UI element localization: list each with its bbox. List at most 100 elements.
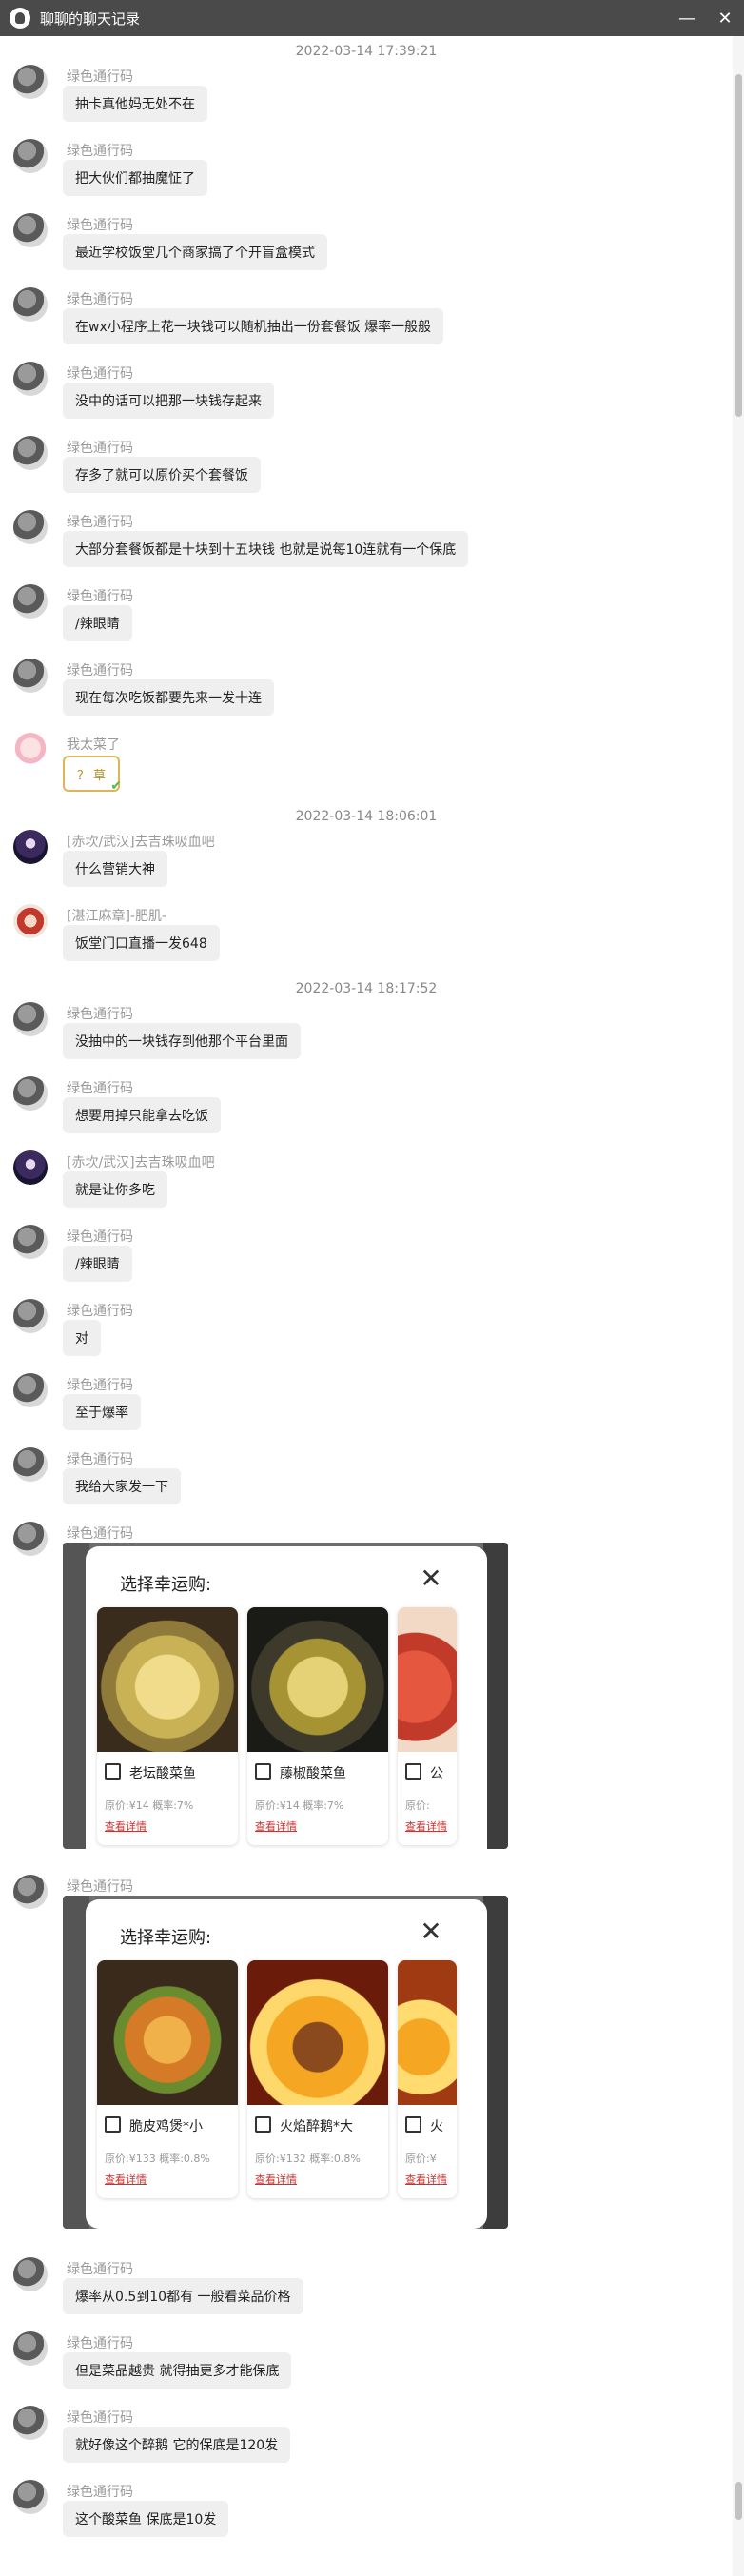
avatar[interactable]	[13, 2406, 48, 2440]
message-bubble[interactable]: 想要用掉只能拿去吃饭	[63, 1097, 221, 1133]
avatar[interactable]	[13, 510, 48, 544]
dish-checkbox[interactable]	[105, 2116, 121, 2133]
screenshot-image[interactable]: 选择幸运购: ✕ 老坛酸菜鱼 原价:¥14 概率:7% 查看详情 藤椒酸菜鱼 原…	[63, 1543, 508, 1849]
avatar[interactable]	[13, 287, 48, 322]
message-bubble[interactable]: 把大伙们都抽魔怔了	[63, 160, 207, 196]
message-bubble[interactable]: /辣眼睛	[63, 1246, 132, 1282]
avatar[interactable]	[13, 904, 48, 938]
message-bubble[interactable]: 现在每次吃饭都要先来一发十连	[63, 679, 274, 716]
sender-name: 绿色通行码	[67, 1081, 133, 1096]
avatar[interactable]	[13, 659, 48, 693]
avatar[interactable]	[13, 1875, 48, 1909]
dish-card[interactable]: 火 原价:¥ 查看详情	[398, 1960, 457, 2198]
lucky-draw-panel: 选择幸运购: ✕ 脆皮鸡煲*小 原价:¥133 概率:0.8% 查看详情 火焰醉…	[86, 1899, 487, 2229]
dish-card[interactable]: 公 原价: 查看详情	[398, 1607, 457, 1845]
avatar[interactable]	[13, 2331, 48, 2366]
view-detail-link[interactable]: 查看详情	[405, 2172, 447, 2187]
dish-name: 火焰醉鹅*大	[280, 2119, 353, 2134]
scrollbar-thumb-secondary[interactable]	[735, 2482, 742, 2520]
message-bubble[interactable]: 抽卡真他妈无处不在	[63, 86, 207, 122]
dish-price: 原价:¥132 概率:0.8%	[255, 2153, 361, 2165]
avatar[interactable]	[13, 1299, 48, 1333]
avatar[interactable]	[13, 1002, 48, 1036]
avatar[interactable]	[13, 362, 48, 396]
avatar[interactable]	[13, 1150, 48, 1185]
sender-name: 绿色通行码	[67, 1229, 133, 1245]
avatar[interactable]	[13, 65, 48, 99]
message-bubble[interactable]: 至于爆率	[63, 1394, 141, 1430]
avatar[interactable]	[13, 830, 48, 864]
checkmark-icon: ✔	[110, 778, 122, 794]
message-bubble[interactable]: 存多了就可以原价买个套餐饭	[63, 457, 261, 493]
dish-photo	[97, 1607, 238, 1752]
dish-card[interactable]: 火焰醉鹅*大 原价:¥132 概率:0.8% 查看详情	[247, 1960, 388, 2198]
message-bubble[interactable]: 就是让你多吃	[63, 1171, 167, 1208]
message-bubble[interactable]: 这个酸菜鱼 保底是10发	[63, 2501, 229, 2537]
dish-checkbox[interactable]	[105, 1763, 121, 1780]
sender-name: 绿色通行码	[67, 1007, 133, 1022]
dish-name: 老坛酸菜鱼	[129, 1766, 196, 1781]
dish-card[interactable]: 藤椒酸菜鱼 原价:¥14 概率:7% 查看详情	[247, 1607, 388, 1845]
avatar[interactable]	[13, 1225, 48, 1259]
sender-name: 绿色通行码	[67, 441, 133, 456]
avatar[interactable]	[13, 1447, 48, 1482]
avatar[interactable]	[13, 1522, 48, 1556]
message-bubble[interactable]: 大部分套餐饭都是十块到十五块钱 也就是说每10连就有一个保底	[63, 531, 469, 567]
sticker-image[interactable]: ？ 草 ✔	[63, 756, 122, 794]
view-detail-link[interactable]: 查看详情	[255, 2172, 297, 2187]
avatar[interactable]	[13, 2257, 48, 2291]
avatar[interactable]	[13, 213, 48, 247]
dish-price: 原价:¥	[405, 2153, 437, 2165]
sender-name: 绿色通行码	[67, 589, 133, 604]
avatar[interactable]	[13, 1076, 48, 1111]
avatar[interactable]	[13, 139, 48, 173]
sender-name: [湛江麻章]-肥肌-	[67, 909, 167, 924]
sender-name: 绿色通行码	[67, 1452, 133, 1467]
dish-checkbox[interactable]	[405, 2116, 421, 2133]
message-bubble[interactable]: 最近学校饭堂几个商家搞了个开盲盒模式	[63, 234, 327, 270]
dish-checkbox[interactable]	[405, 1763, 421, 1780]
dish-card[interactable]: 老坛酸菜鱼 原价:¥14 概率:7% 查看详情	[97, 1607, 238, 1845]
scrollbar-thumb[interactable]	[735, 74, 742, 417]
timestamp: 2022-03-14 18:06:01	[295, 809, 438, 824]
sender-name: 绿色通行码	[67, 2336, 133, 2351]
message-bubble[interactable]: /辣眼睛	[63, 605, 132, 641]
sender-name: 绿色通行码	[67, 515, 133, 530]
message-bubble[interactable]: 爆率从0.5到10都有 一般看菜品价格	[63, 2278, 303, 2314]
panel-title: 选择幸运购:	[120, 1575, 212, 1595]
message-bubble[interactable]: 没中的话可以把那一块钱存起来	[63, 383, 274, 419]
avatar[interactable]	[13, 584, 48, 619]
view-detail-link[interactable]: 查看详情	[105, 2172, 147, 2187]
message-bubble[interactable]: 对	[63, 1320, 101, 1356]
screenshot-image[interactable]: 选择幸运购: ✕ 脆皮鸡煲*小 原价:¥133 概率:0.8% 查看详情 火焰醉…	[63, 1896, 508, 2229]
close-button[interactable]: ✕	[706, 0, 744, 36]
sticker-text: ？ 草	[76, 768, 107, 783]
message-bubble[interactable]: 就好像这个醉鹅 它的保底是120发	[63, 2427, 291, 2463]
minimize-button[interactable]: —	[668, 0, 706, 36]
avatar[interactable]	[13, 733, 48, 767]
dish-photo	[247, 1607, 388, 1752]
close-icon[interactable]: ✕	[417, 1918, 445, 1947]
view-detail-link[interactable]: 查看详情	[255, 1819, 297, 1834]
sender-name: [赤坎/武汉]去吉珠吸血吧	[67, 835, 215, 850]
avatar[interactable]	[13, 2480, 48, 2514]
message-bubble[interactable]: 但是菜品越贵 就得抽更多才能保底	[63, 2352, 292, 2389]
message-bubble[interactable]: 我给大家发一下	[63, 1468, 181, 1504]
avatar[interactable]	[13, 436, 48, 470]
message-bubble[interactable]: 饭堂门口直播一发648	[63, 925, 220, 961]
message-bubble[interactable]: 什么营销大神	[63, 851, 167, 887]
close-icon[interactable]: ✕	[417, 1565, 445, 1594]
dish-card[interactable]: 脆皮鸡煲*小 原价:¥133 概率:0.8% 查看详情	[97, 1960, 238, 2198]
scrollbar[interactable]	[733, 36, 744, 2576]
message-bubble[interactable]: 没抽中的一块钱存到他那个平台里面	[63, 1023, 301, 1059]
dish-photo	[247, 1960, 388, 2105]
message-bubble[interactable]: 在wx小程序上花一块钱可以随机抽出一份套餐饭 爆率一般般	[63, 308, 444, 344]
view-detail-link[interactable]: 查看详情	[105, 1819, 147, 1834]
sender-name: 绿色通行码	[67, 2485, 133, 2500]
panel-title: 选择幸运购:	[120, 1928, 212, 1948]
dish-checkbox[interactable]	[255, 1763, 271, 1780]
avatar[interactable]	[13, 1373, 48, 1407]
dish-checkbox[interactable]	[255, 2116, 271, 2133]
view-detail-link[interactable]: 查看详情	[405, 1819, 447, 1834]
dish-photo	[398, 1960, 457, 2105]
